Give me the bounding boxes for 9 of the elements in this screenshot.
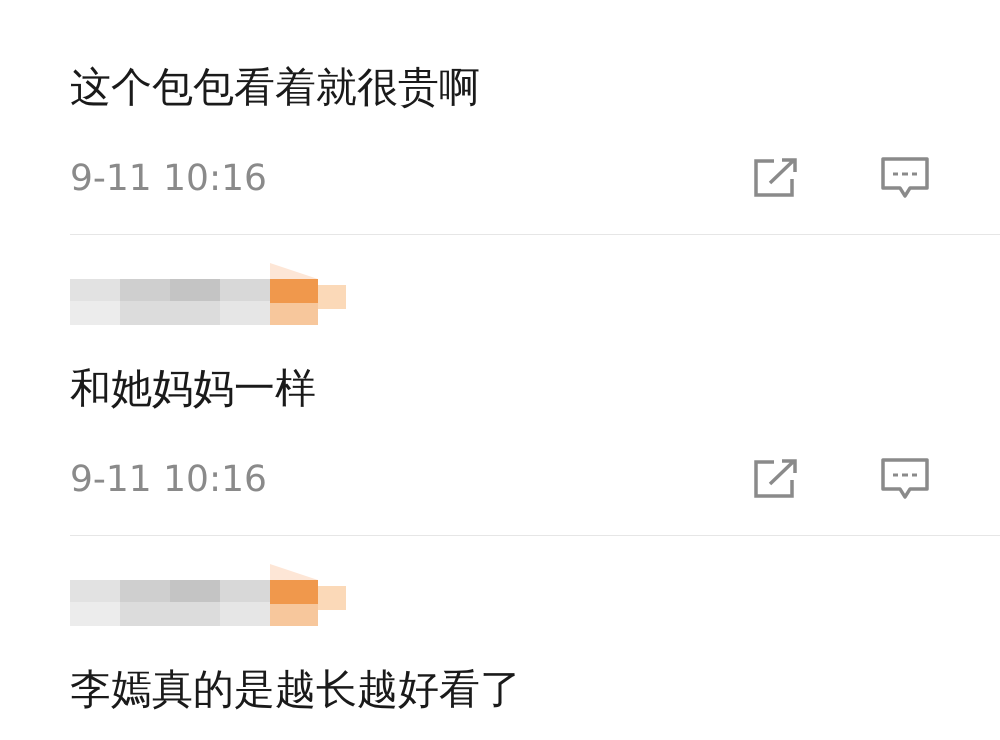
comment-text: 李嫣真的是越长越好看了 bbox=[70, 664, 521, 715]
comment-time: 9-11 10:16 bbox=[70, 458, 268, 500]
comment-icon[interactable] bbox=[880, 156, 930, 200]
comment-icon[interactable] bbox=[880, 457, 930, 501]
comment-text: 和她妈妈一样 bbox=[70, 363, 316, 414]
share-icon[interactable] bbox=[752, 157, 800, 199]
comment-text: 这个包包看着就很贵啊 bbox=[70, 62, 480, 113]
comment-time: 9-11 10:16 bbox=[70, 158, 268, 198]
share-icon[interactable] bbox=[752, 458, 800, 500]
